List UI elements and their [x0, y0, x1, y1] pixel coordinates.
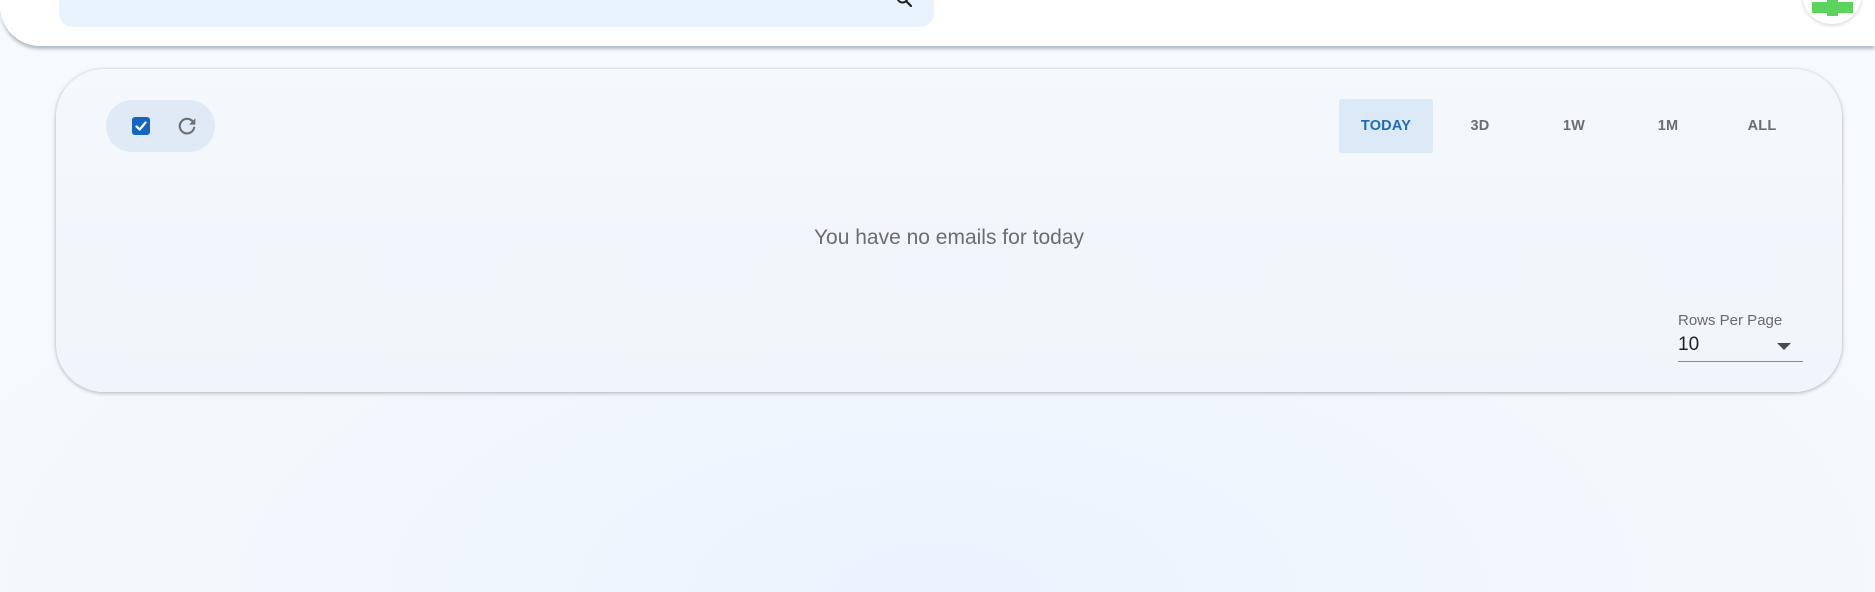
rows-per-page: Rows Per Page 10: [1678, 312, 1803, 362]
checkbox-checked-icon: [135, 121, 147, 131]
refresh-icon[interactable]: [176, 115, 198, 137]
rows-per-page-label: Rows Per Page: [1678, 312, 1783, 329]
top-header-bar: [0, 0, 1875, 46]
mail-toolbar: [106, 100, 215, 152]
empty-state-text: You have no emails for today: [813, 226, 1085, 249]
chevron-down-icon: [1777, 343, 1791, 350]
tab-1w[interactable]: 1W: [1527, 99, 1621, 153]
tab-1m[interactable]: 1M: [1621, 99, 1715, 153]
tab-all[interactable]: ALL: [1715, 99, 1809, 153]
plus-icon-bar: [1812, 2, 1853, 13]
rows-per-page-value: 10: [1678, 334, 1700, 355]
select-all-checkbox[interactable]: [132, 117, 150, 135]
rows-per-page-select[interactable]: 10: [1678, 333, 1803, 362]
date-filter-tabs: TODAY 3D 1W 1M ALL: [1339, 99, 1809, 153]
empty-state-message: You have no emails for today: [56, 226, 1842, 250]
search-input[interactable]: [59, 0, 934, 27]
tab-3d[interactable]: 3D: [1433, 99, 1527, 153]
tab-today[interactable]: TODAY: [1339, 99, 1433, 153]
compose-button[interactable]: [1803, 0, 1861, 24]
search-icon[interactable]: [896, 0, 912, 7]
mail-list-card: TODAY 3D 1W 1M ALL You have no emails fo…: [56, 69, 1842, 392]
